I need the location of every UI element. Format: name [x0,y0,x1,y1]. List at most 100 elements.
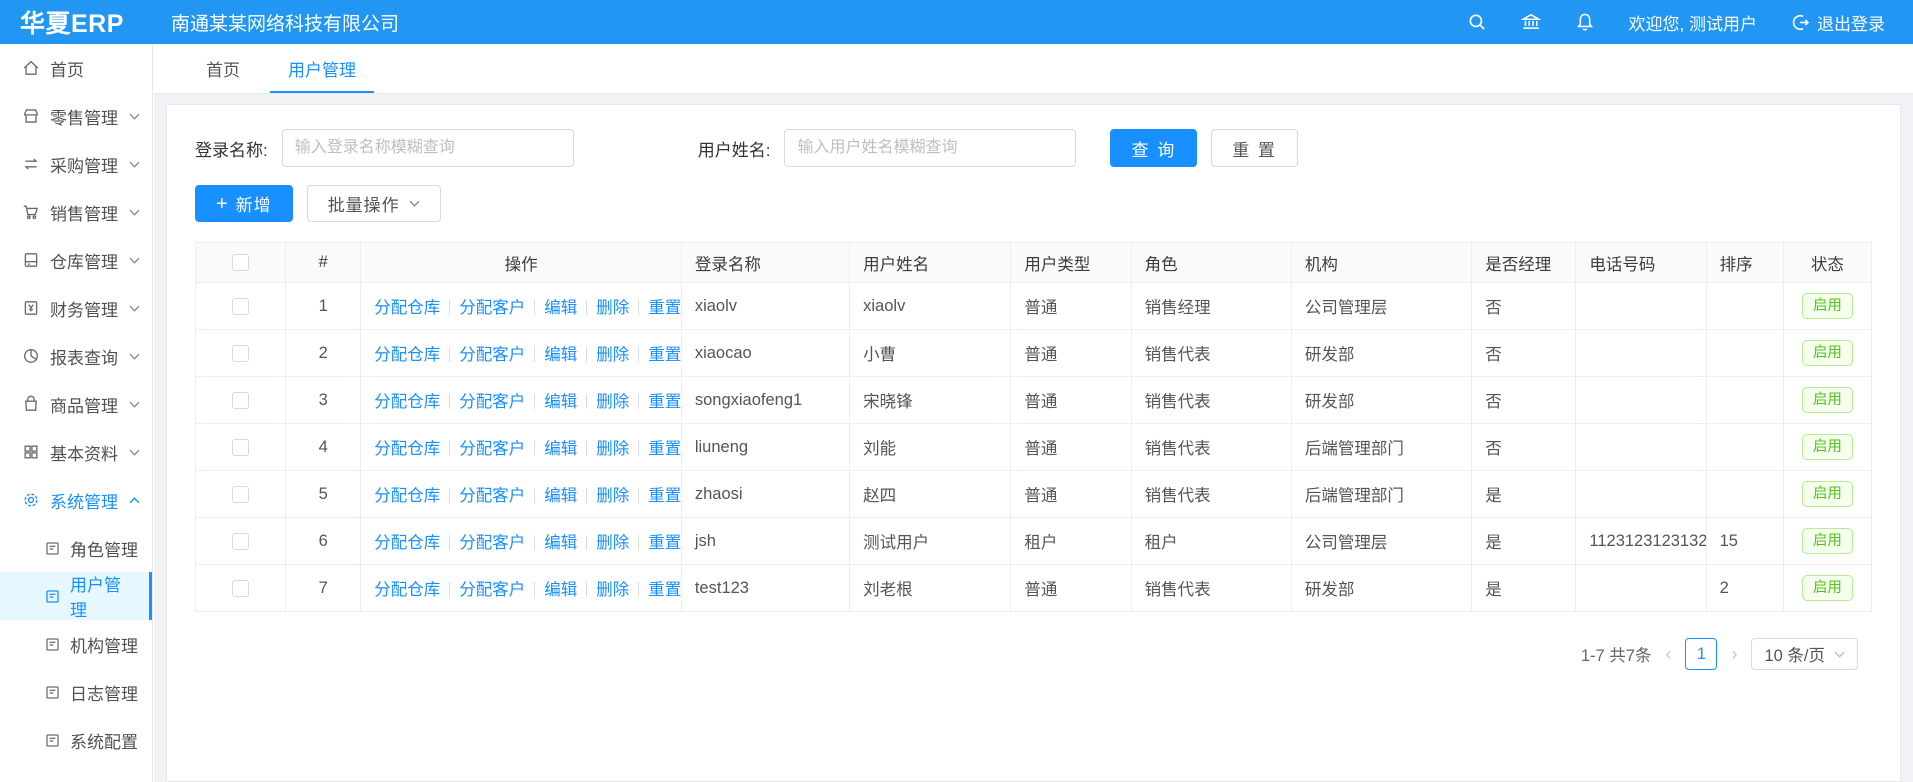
action-edit[interactable]: 编辑 [544,581,577,599]
action-reset-password[interactable]: 重置密码 [648,299,681,317]
sidebar-item-label: 销售管理 [50,200,118,225]
app-logo[interactable]: 华夏ERP [0,4,153,40]
cell-role: 销售代表 [1131,330,1291,377]
action-reset-password[interactable]: 重置密码 [648,581,681,599]
action-separator [534,347,535,362]
action-delete[interactable]: 删除 [596,581,629,599]
search-icon[interactable] [1467,12,1487,32]
sidebar-subitem-label: 日志管理 [70,680,138,705]
sidebar-subitem-label: 机构管理 [70,632,138,657]
sidebar-item-system[interactable]: 系统管理 [0,476,152,524]
action-reset-password[interactable]: 重置密码 [648,534,681,552]
action-delete[interactable]: 删除 [596,534,629,552]
action-assign-customer[interactable]: 分配客户 [459,440,525,458]
status-badge: 启用 [1802,340,1853,367]
next-page-button[interactable]: › [1731,644,1737,665]
action-edit[interactable]: 编辑 [544,487,577,505]
sidebar-item-retail[interactable]: 零售管理 [0,92,152,140]
action-reset-password[interactable]: 重置密码 [648,393,681,411]
row-checkbox[interactable] [232,392,249,409]
add-button[interactable]: + 新增 [195,185,293,222]
sidebar-item-purchase[interactable]: 采购管理 [0,140,152,188]
page-1-button[interactable]: 1 [1685,638,1717,670]
action-separator [534,535,535,550]
sidebar-item-user-management[interactable]: 用户管理 [0,572,152,620]
sidebar-item-warehouse[interactable]: 仓库管理 [0,236,152,284]
action-delete[interactable]: 删除 [596,393,629,411]
action-delete[interactable]: 删除 [596,487,629,505]
action-delete[interactable]: 删除 [596,346,629,364]
action-assign-customer[interactable]: 分配客户 [459,346,525,364]
col-header-name: 用户姓名 [850,243,1011,283]
action-separator [449,441,450,456]
profile-icon [44,684,61,701]
action-assign-customer[interactable]: 分配客户 [459,487,525,505]
action-separator [534,394,535,409]
sidebar-item-goods[interactable]: 商品管理 [0,380,152,428]
row-checkbox[interactable] [232,439,249,456]
action-edit[interactable]: 编辑 [544,534,577,552]
action-edit[interactable]: 编辑 [544,393,577,411]
cell-sort [1706,283,1783,330]
cell-sort: 2 [1706,565,1783,612]
status-badge: 启用 [1802,528,1853,555]
chevron-down-icon [129,305,140,312]
action-assign-warehouse[interactable]: 分配仓库 [374,299,440,317]
query-button[interactable]: 查 询 [1110,129,1197,167]
action-assign-warehouse[interactable]: 分配仓库 [374,393,440,411]
sidebar-item-org-management[interactable]: 机构管理 [0,620,152,668]
tab-home[interactable]: 首页 [182,44,264,93]
sidebar-item-role-management[interactable]: 角色管理 [0,524,152,572]
row-checkbox[interactable] [232,345,249,362]
action-reset-password[interactable]: 重置密码 [648,346,681,364]
sidebar-item-base-data[interactable]: 基本资料 [0,428,152,476]
select-all-checkbox[interactable] [232,254,249,271]
action-assign-customer[interactable]: 分配客户 [459,581,525,599]
cart-icon [22,203,40,221]
action-assign-customer[interactable]: 分配客户 [459,393,525,411]
logout-button[interactable]: 退出登录 [1791,10,1885,35]
cell-name: 刘老根 [850,565,1011,612]
sidebar-item-home[interactable]: 首页 [0,44,152,92]
sidebar-item-system-config[interactable]: 系统配置 [0,716,152,764]
user-name-label: 用户姓名: [698,136,771,161]
bank-icon[interactable] [1521,12,1541,32]
row-checkbox[interactable] [232,580,249,597]
prev-page-button[interactable]: ‹ [1665,644,1671,665]
action-edit[interactable]: 编辑 [544,440,577,458]
cell-sort [1706,330,1783,377]
row-checkbox[interactable] [232,486,249,503]
tab-user-management[interactable]: 用户管理 [264,44,380,93]
action-assign-customer[interactable]: 分配客户 [459,534,525,552]
action-reset-password[interactable]: 重置密码 [648,487,681,505]
sidebar-item-finance[interactable]: 财务管理 [0,284,152,332]
sidebar-item-sales[interactable]: 销售管理 [0,188,152,236]
action-delete[interactable]: 删除 [596,440,629,458]
page-size-select[interactable]: 10 条/页 [1751,638,1858,670]
cell-phone [1576,424,1706,471]
reset-button[interactable]: 重 置 [1211,129,1298,167]
sidebar-item-log-management[interactable]: 日志管理 [0,668,152,716]
action-assign-warehouse[interactable]: 分配仓库 [374,581,440,599]
row-checkbox[interactable] [232,533,249,550]
user-name-input[interactable] [784,129,1076,167]
action-assign-warehouse[interactable]: 分配仓库 [374,346,440,364]
action-assign-customer[interactable]: 分配客户 [459,299,525,317]
batch-operations-button[interactable]: 批量操作 [307,185,441,222]
action-reset-password[interactable]: 重置密码 [648,440,681,458]
action-separator [586,582,587,597]
action-edit[interactable]: 编辑 [544,299,577,317]
action-assign-warehouse[interactable]: 分配仓库 [374,440,440,458]
cell-phone [1576,330,1706,377]
row-checkbox[interactable] [232,298,249,315]
action-edit[interactable]: 编辑 [544,346,577,364]
login-name-input[interactable] [282,129,574,167]
action-delete[interactable]: 删除 [596,299,629,317]
action-assign-warehouse[interactable]: 分配仓库 [374,534,440,552]
sidebar-item-reports[interactable]: 报表查询 [0,332,152,380]
profile-icon [44,732,61,749]
batch-button-label: 批量操作 [328,191,400,216]
action-separator [586,347,587,362]
bell-icon[interactable] [1575,12,1595,32]
action-assign-warehouse[interactable]: 分配仓库 [374,487,440,505]
